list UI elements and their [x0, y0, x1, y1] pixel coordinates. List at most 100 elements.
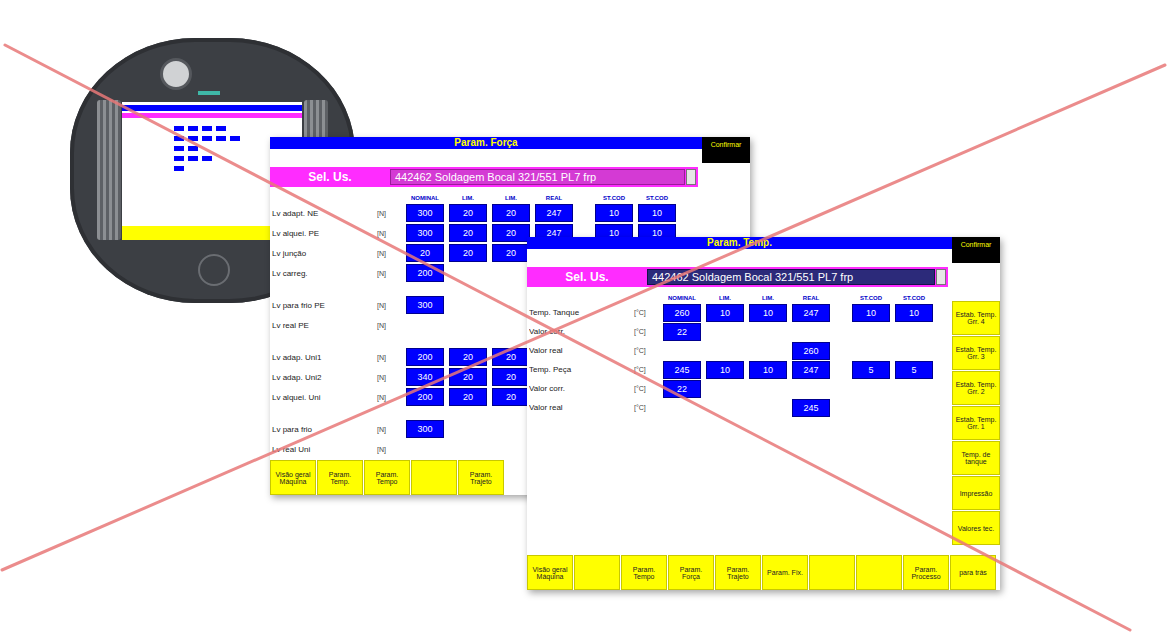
value-field[interactable]: 10 — [706, 361, 744, 379]
row-unit: [°C] — [634, 404, 658, 411]
value-field — [706, 342, 744, 360]
bottom-button[interactable] — [574, 555, 620, 590]
side-button[interactable]: Valores tec. — [952, 511, 1000, 545]
value-field[interactable]: 245 — [663, 361, 701, 379]
bottom-button[interactable]: Visão geral Máquina — [270, 460, 316, 495]
confirm-button[interactable]: Confirmar — [702, 137, 750, 163]
side-button[interactable]: Estab. Temp. Grr. 2 — [952, 371, 1000, 405]
value-field[interactable]: 20 — [492, 388, 530, 406]
bottom-button[interactable]: Param. Fix. — [762, 555, 808, 590]
bottom-button[interactable]: Visão geral Máquina — [527, 555, 573, 590]
value-field[interactable]: 300 — [406, 204, 444, 222]
row-label: Temp. Peça — [529, 365, 629, 374]
bottom-button[interactable] — [411, 460, 457, 495]
value-field[interactable]: 20 — [449, 388, 487, 406]
value-field[interactable]: 20 — [492, 244, 530, 262]
selector-scroll[interactable] — [686, 169, 696, 185]
value-field[interactable]: 20 — [449, 368, 487, 386]
value-field[interactable]: 20 — [449, 224, 487, 242]
mini-field — [174, 156, 184, 161]
row-unit: [N] — [377, 302, 401, 309]
row-unit: [N] — [377, 354, 401, 361]
bottom-button[interactable]: para trás — [950, 555, 996, 590]
value-field[interactable]: 300 — [406, 420, 444, 438]
value-field[interactable]: 245 — [792, 399, 830, 417]
value-field[interactable]: 247 — [792, 304, 830, 322]
parameter-row: Valor real[°C]260 — [529, 341, 952, 360]
value-field[interactable]: 247 — [792, 361, 830, 379]
mini-field — [216, 126, 226, 131]
value-field[interactable]: 20 — [492, 368, 530, 386]
value-field[interactable]: 5 — [895, 361, 933, 379]
value-field — [492, 264, 530, 282]
selector-value[interactable]: 442462 Soldagem Bocal 321/551 PL7 frp — [390, 169, 685, 185]
value-field[interactable]: 300 — [406, 296, 444, 314]
side-buttons: Estab. Temp. Grr. 4Estab. Temp. Grr. 3Es… — [952, 287, 1000, 555]
value-field[interactable]: 10 — [595, 204, 633, 222]
value-field[interactable]: 20 — [449, 204, 487, 222]
column-header: ST.COD — [638, 195, 676, 201]
mini-field — [202, 126, 212, 131]
value-field[interactable]: 10 — [749, 304, 787, 322]
value-field[interactable]: 300 — [406, 224, 444, 242]
bottom-button[interactable]: Param. Tempo — [621, 555, 667, 590]
value-field[interactable]: 20 — [492, 204, 530, 222]
bottom-button[interactable]: Param. Trajeto — [715, 555, 761, 590]
bottom-button[interactable]: Param. Temp. — [317, 460, 363, 495]
parameter-row: Temp. Peça [°C] 245 10 10 247 55 — [529, 360, 952, 379]
side-button[interactable]: Estab. Temp. Grr. 3 — [952, 336, 1000, 370]
value-field[interactable]: 20 — [449, 348, 487, 366]
value-field — [895, 323, 933, 341]
value-field[interactable]: 20 — [492, 224, 530, 242]
row-label: Valor corr. — [529, 327, 629, 336]
value-field — [449, 440, 487, 458]
value-field[interactable]: 200 — [406, 348, 444, 366]
bottom-button[interactable] — [856, 555, 902, 590]
bottom-button[interactable]: Param. Tempo — [364, 460, 410, 495]
selector-scroll[interactable] — [936, 269, 946, 285]
selector-label: Sel. Us. — [270, 167, 390, 187]
value-field[interactable]: 10 — [895, 304, 933, 322]
side-button[interactable]: Estab. Temp. Grr. 1 — [952, 406, 1000, 440]
bottom-button[interactable]: Param. Trajeto — [458, 460, 504, 495]
device-key[interactable] — [198, 254, 230, 286]
row-unit: [N] — [377, 394, 401, 401]
emergency-knob[interactable] — [160, 58, 192, 90]
side-button[interactable]: Estab. Temp. Grr. 4 — [952, 301, 1000, 335]
mini-field — [188, 136, 198, 141]
value-field[interactable]: 20 — [492, 348, 530, 366]
row-label: Temp. Tanque — [529, 308, 629, 317]
value-field[interactable]: 10 — [706, 304, 744, 322]
value-field[interactable]: 10 — [638, 204, 676, 222]
bottom-button[interactable]: Param. Força — [668, 555, 714, 590]
confirm-button[interactable]: Confirmar — [952, 237, 1000, 263]
row-unit: [°C] — [634, 366, 658, 373]
side-button[interactable]: Temp. de tanque — [952, 441, 1000, 475]
value-field[interactable]: 260 — [792, 342, 830, 360]
value-field[interactable]: 22 — [663, 323, 701, 341]
selector-value[interactable]: 442462 Soldagem Bocal 321/551 PL7 frp — [647, 269, 935, 285]
value-field[interactable]: 340 — [406, 368, 444, 386]
bottom-button[interactable] — [809, 555, 855, 590]
value-field[interactable]: 260 — [663, 304, 701, 322]
value-field — [852, 399, 890, 417]
column-header-row: NOMINALLIM.LIM.REALST.CODST.COD — [529, 293, 952, 303]
value-field[interactable]: 10 — [749, 361, 787, 379]
value-field[interactable]: 10 — [852, 304, 890, 322]
value-field[interactable]: 20 — [406, 244, 444, 262]
window-body: NOMINALLIM.LIM.REALST.CODST.COD Temp. Tan… — [527, 287, 1000, 555]
value-field[interactable]: 22 — [663, 380, 701, 398]
parameter-row: Valor corr.[°C]22 — [529, 322, 952, 341]
bottom-button[interactable]: Param. Processo — [903, 555, 949, 590]
mini-field — [202, 136, 212, 141]
column-header: NOMINAL — [406, 195, 444, 201]
value-field[interactable]: 200 — [406, 264, 444, 282]
value-field[interactable]: 200 — [406, 388, 444, 406]
side-button[interactable]: Impressão — [952, 476, 1000, 510]
cross-out-icon — [0, 0, 1168, 634]
value-field[interactable]: 247 — [535, 204, 573, 222]
row-label: Valor real — [529, 403, 629, 412]
value-field[interactable]: 20 — [449, 244, 487, 262]
value-field[interactable]: 5 — [852, 361, 890, 379]
column-header: ST.COD — [595, 195, 633, 201]
